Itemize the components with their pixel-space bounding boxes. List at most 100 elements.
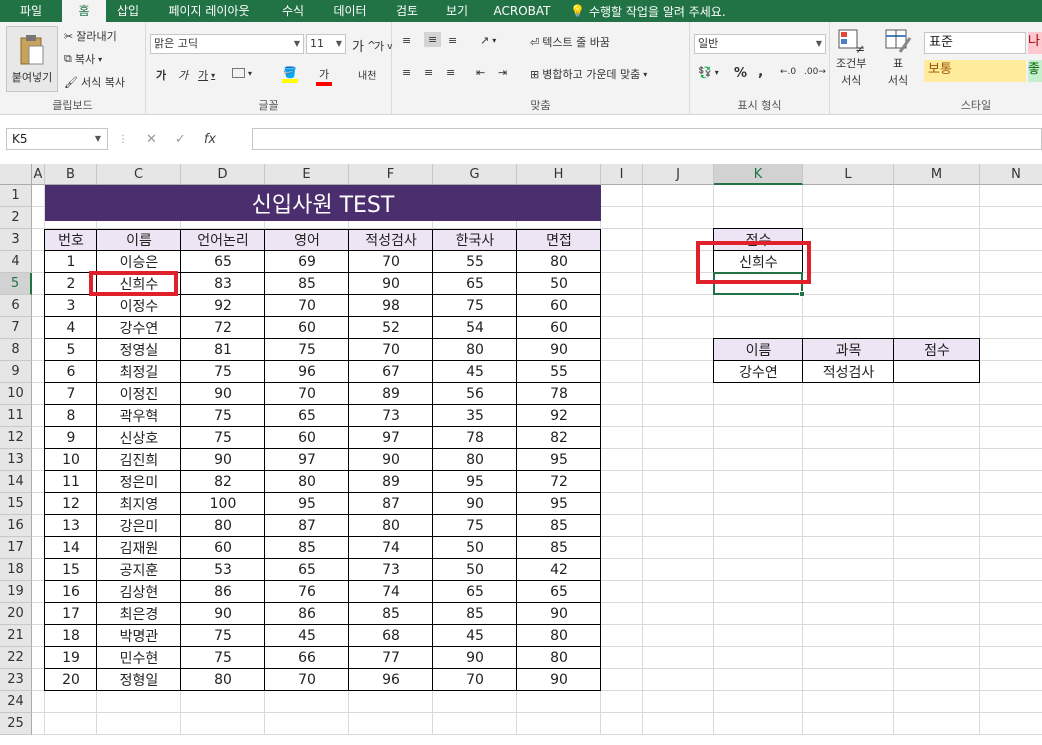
table-cell[interactable]: 김진희 xyxy=(97,449,181,471)
table-cell[interactable]: 65 xyxy=(433,273,517,295)
column-header-h[interactable]: H xyxy=(517,164,601,185)
table-cell[interactable]: 곽우혁 xyxy=(97,405,181,427)
bold-button[interactable]: 가 xyxy=(156,67,166,83)
row-header-1[interactable]: 1 xyxy=(0,185,32,207)
table-cell[interactable]: 55 xyxy=(517,361,601,383)
column-header-i[interactable]: I xyxy=(601,164,643,185)
phonetic-button[interactable]: 내천 xyxy=(358,67,376,82)
row-header-7[interactable]: 7 xyxy=(0,317,32,339)
table-cell[interactable]: 67 xyxy=(349,361,433,383)
table-cell[interactable]: 20 xyxy=(45,669,97,691)
column-header-n[interactable]: N xyxy=(980,164,1042,185)
table-cell[interactable]: 최지영 xyxy=(97,493,181,515)
table-cell[interactable]: 90 xyxy=(181,449,265,471)
table-cell[interactable]: 90 xyxy=(181,603,265,625)
table-cell[interactable]: 15 xyxy=(45,559,97,581)
table-cell[interactable]: 80 xyxy=(265,471,349,493)
table-cell[interactable]: 90 xyxy=(349,273,433,295)
table-cell[interactable]: 17 xyxy=(45,603,97,625)
tab-view[interactable]: 보기 xyxy=(432,0,482,22)
table-cell[interactable]: 1 xyxy=(45,251,97,273)
table-cell[interactable]: 5 xyxy=(45,339,97,361)
row-header-10[interactable]: 10 xyxy=(0,383,32,405)
table-cell[interactable]: 75 xyxy=(181,361,265,383)
number-format-combo[interactable]: 일반 ▼ xyxy=(694,34,826,54)
table-cell[interactable]: 45 xyxy=(433,625,517,647)
column-header-b[interactable]: B xyxy=(45,164,97,185)
row-header-22[interactable]: 22 xyxy=(0,647,32,669)
table-cell[interactable]: 80 xyxy=(517,625,601,647)
table-cell[interactable]: 최은경 xyxy=(97,603,181,625)
table-cell[interactable]: 73 xyxy=(349,559,433,581)
row-header-5[interactable]: 5 xyxy=(0,273,32,295)
table-cell[interactable]: 70 xyxy=(349,339,433,361)
table-cell[interactable]: 정은미 xyxy=(97,471,181,493)
column-header-g[interactable]: G xyxy=(433,164,517,185)
tab-file[interactable]: 파일 xyxy=(0,0,62,22)
table-cell[interactable]: 77 xyxy=(349,647,433,669)
tab-review[interactable]: 검토 xyxy=(382,0,432,22)
table-cell[interactable]: 92 xyxy=(181,295,265,317)
row-header-4[interactable]: 4 xyxy=(0,251,32,273)
style-neutral[interactable]: 좋 xyxy=(1028,60,1042,82)
row-header-17[interactable]: 17 xyxy=(0,537,32,559)
formula-input[interactable] xyxy=(252,128,1042,150)
tab-home[interactable]: 홈 xyxy=(62,0,106,22)
table-cell[interactable]: 95 xyxy=(517,493,601,515)
table-cell[interactable]: 65 xyxy=(433,581,517,603)
format-painter-button[interactable]: 🖌 서식 복사 xyxy=(64,74,125,90)
table-cell[interactable]: 9 xyxy=(45,427,97,449)
align-center-button[interactable]: ≡ xyxy=(424,66,433,79)
table-cell[interactable]: 69 xyxy=(265,251,349,273)
cut-button[interactable]: ✂ 잘라내기 xyxy=(64,28,117,44)
table-cell[interactable]: 이승은 xyxy=(97,251,181,273)
table-cell[interactable]: 97 xyxy=(265,449,349,471)
increase-indent-button[interactable]: ⇥ xyxy=(498,66,507,79)
table-cell[interactable]: 76 xyxy=(265,581,349,603)
grow-font-button[interactable]: 가 ^ xyxy=(352,36,376,55)
align-right-button[interactable]: ≡ xyxy=(446,66,455,79)
table-header-cell[interactable]: 영어 xyxy=(265,229,349,251)
column-header-f[interactable]: F xyxy=(349,164,433,185)
paste-button[interactable]: 붙여넣기 xyxy=(6,26,58,92)
copy-button[interactable]: ⧉ 복사 ▾ xyxy=(64,51,102,67)
table-cell[interactable]: 6 xyxy=(45,361,97,383)
table-cell[interactable]: 92 xyxy=(517,405,601,427)
column-header-j[interactable]: J xyxy=(643,164,714,185)
table-header-cell[interactable]: 한국사 xyxy=(433,229,517,251)
table-cell[interactable]: 89 xyxy=(349,383,433,405)
table-cell[interactable]: 민수현 xyxy=(97,647,181,669)
table-cell[interactable]: 55 xyxy=(433,251,517,273)
table-cell[interactable]: 80 xyxy=(517,251,601,273)
table-cell[interactable]: 60 xyxy=(517,295,601,317)
table-cell[interactable]: 60 xyxy=(265,427,349,449)
table-cell[interactable]: 90 xyxy=(517,339,601,361)
row-header-19[interactable]: 19 xyxy=(0,581,32,603)
font-color-button[interactable]: 가 xyxy=(316,66,332,86)
decrease-indent-button[interactable]: ⇤ xyxy=(476,66,485,79)
table-cell[interactable]: 19 xyxy=(45,647,97,669)
decrease-decimal-button[interactable]: .00→ xyxy=(804,67,826,77)
row-header-25[interactable]: 25 xyxy=(0,713,32,735)
table-cell[interactable]: 김재원 xyxy=(97,537,181,559)
table-cell[interactable]: 75 xyxy=(181,427,265,449)
table-cell[interactable]: 강수연 xyxy=(97,317,181,339)
table-cell[interactable]: 52 xyxy=(349,317,433,339)
table-cell[interactable]: 정영실 xyxy=(97,339,181,361)
table-cell[interactable]: 66 xyxy=(265,647,349,669)
table-cell[interactable]: 65 xyxy=(265,405,349,427)
style-good[interactable]: 보통 xyxy=(924,60,1026,82)
row-header-2[interactable]: 2 xyxy=(0,207,32,229)
table-cell[interactable]: 16 xyxy=(45,581,97,603)
table-cell[interactable]: 73 xyxy=(349,405,433,427)
row-header-16[interactable]: 16 xyxy=(0,515,32,537)
table-cell[interactable]: 60 xyxy=(265,317,349,339)
table-cell[interactable]: 86 xyxy=(181,581,265,603)
table-cell[interactable]: 12 xyxy=(45,493,97,515)
table-cell[interactable]: 45 xyxy=(433,361,517,383)
table-cell[interactable]: 80 xyxy=(517,647,601,669)
table-cell[interactable]: 85 xyxy=(433,603,517,625)
table-cell[interactable]: 75 xyxy=(181,405,265,427)
table-cell[interactable]: 65 xyxy=(517,581,601,603)
table-cell[interactable]: 70 xyxy=(433,669,517,691)
